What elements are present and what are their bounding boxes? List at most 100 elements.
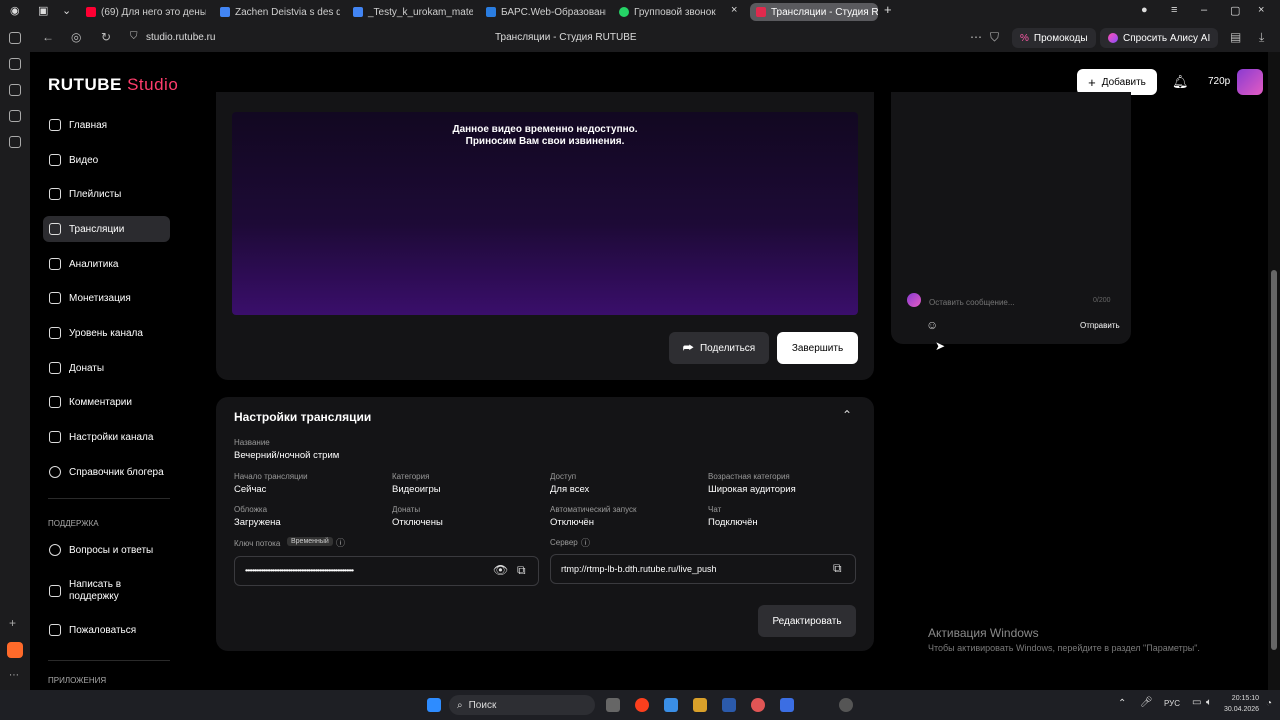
chevron-up-icon[interactable]: ⌃ (842, 408, 852, 422)
docs-icon (220, 7, 230, 17)
network-icon[interactable]: ▭ (1192, 697, 1201, 708)
menu-icon[interactable]: ≡ (1171, 4, 1177, 16)
sidebar-item-donations[interactable]: Донаты (43, 355, 170, 381)
cover-label: Обложка (234, 505, 268, 514)
tab-actions-icon[interactable]: ▣ (38, 4, 48, 17)
new-tab-icon[interactable]: + (884, 2, 892, 17)
chevron-down-icon[interactable]: ⌄ (62, 4, 71, 17)
copy-icon[interactable]: ⧉ (517, 563, 526, 578)
taskbar-clock[interactable]: 20:15:10 30.04.2026 (1224, 693, 1259, 715)
finish-stream-button[interactable]: Завершить (777, 332, 858, 364)
more-icon[interactable]: ⋯ (970, 30, 982, 44)
help-icon[interactable]: ⓘ (336, 536, 345, 549)
microphone-icon[interactable]: 🎤︎ (1140, 697, 1153, 708)
tab-doc-2[interactable]: _Testy_k_urokam_matema (353, 3, 473, 21)
sidebar-item-faq[interactable]: Вопросы и ответы (43, 537, 170, 563)
promo-button[interactable]: % Промокоды (1012, 28, 1096, 48)
rutube-studio-logo[interactable]: RUTUBE Studio (48, 75, 178, 95)
tab-bars[interactable]: БАРС.Web-Образование (486, 3, 606, 21)
minimize-icon[interactable]: – (1201, 4, 1207, 16)
language-indicator[interactable]: РУС (1164, 699, 1180, 708)
yandex-app-icon[interactable] (7, 642, 23, 658)
back-icon[interactable]: ← (42, 30, 54, 44)
app-icon-3[interactable] (839, 698, 853, 712)
share-button[interactable]: ⮫ Поделиться (669, 332, 769, 364)
bell-icon[interactable]: 🔔︎ (1172, 74, 1189, 90)
quality-label[interactable]: 720p (1208, 76, 1230, 87)
app-6-icon[interactable] (9, 110, 21, 122)
url-field[interactable]: studio.rutube.ru (146, 32, 216, 43)
reload-icon[interactable]: ↻ (101, 30, 111, 44)
whatsapp-icon (619, 7, 629, 17)
taskbar-search[interactable]: ⌕ Поиск (449, 695, 595, 715)
video-icon (49, 154, 61, 166)
tab-rutube-active[interactable]: Трансляции - Студия R × (750, 3, 878, 21)
clock-icon[interactable] (9, 32, 21, 44)
sidebar-item-monetization[interactable]: Монетизация (43, 285, 170, 311)
sidebar-item-streams[interactable]: Трансляции (43, 216, 170, 242)
emoji-icon[interactable]: ☺ (926, 318, 938, 332)
sidebar-item-playlists[interactable]: Плейлисты (43, 181, 170, 207)
autostart-label: Автоматический запуск (550, 505, 637, 514)
sidebar-item-channel-settings[interactable]: Настройки канала (43, 424, 170, 450)
bookmark-manager-icon[interactable]: ◎ (71, 30, 81, 44)
tab-call[interactable]: Групповой звонок (619, 3, 729, 21)
sidebar-item-report[interactable]: Пожаловаться (43, 617, 170, 643)
server-field[interactable]: rtmp://rtmp-lb-b.dth.rutube.ru/live_push… (550, 554, 856, 584)
download-icon[interactable]: ⤓ (1259, 30, 1264, 45)
video-player[interactable]: Данное видео временно недоступно. Принос… (232, 112, 858, 315)
notifications-icon[interactable]: ◔ (1266, 698, 1272, 709)
stream-key-field[interactable]: ••••••••••••••••••••••••••••••••••••••••… (234, 556, 539, 586)
edit-button[interactable]: Редактировать (758, 605, 856, 637)
age-label: Возрастная категория (708, 472, 790, 481)
app-icon[interactable] (693, 698, 707, 712)
sidebar-item-blogger-guide[interactable]: Справочник блогера (43, 459, 170, 485)
sidebar-item-comments[interactable]: Комментарии (43, 389, 170, 415)
tab-youtube[interactable]: (69) Для него это деньги (86, 3, 206, 21)
rutube-studio-page: RUTUBE Studio + Добавить 🔔︎ 720p Главная… (30, 52, 1268, 690)
tab-doc-1[interactable]: Zachen Deistvia s des drof (220, 3, 340, 21)
sidebar-item-write-support[interactable]: Написать в поддержку (43, 576, 163, 606)
bookmark-icon[interactable]: ⛉ (990, 30, 999, 45)
send-message-button[interactable]: Отправить (1080, 321, 1120, 330)
yandex-browser-icon[interactable] (635, 698, 649, 712)
profile-icon[interactable]: ● (1141, 4, 1148, 16)
maximize-icon[interactable]: ▢ (1230, 4, 1240, 17)
windows-start-icon[interactable] (427, 698, 441, 712)
file-explorer-icon[interactable] (664, 698, 678, 712)
more-apps-icon[interactable]: ⋯ (9, 670, 19, 681)
activation-watermark-text: Чтобы активировать Windows, перейдите в … (928, 643, 1200, 653)
share-icon: ⮫ (682, 340, 694, 355)
sidebar-item-channel-level[interactable]: Уровень канала (43, 320, 170, 346)
word-icon[interactable] (722, 698, 736, 712)
sidebar-item-video[interactable]: Видео (43, 147, 170, 173)
play-icon[interactable] (9, 84, 21, 96)
chat-char-counter: 0/200 (1093, 297, 1111, 304)
close-window-icon[interactable]: × (1258, 4, 1264, 16)
tray-chevron-up-icon[interactable]: ⌃ (1118, 698, 1126, 709)
support-heading: ПОДДЕРЖКА (48, 519, 99, 528)
app-icon-2[interactable] (780, 698, 794, 712)
help-icon[interactable]: ⓘ (581, 536, 590, 549)
notes-icon[interactable] (9, 58, 21, 70)
home-icon (49, 119, 61, 131)
add-panel-icon[interactable]: + (9, 616, 16, 630)
chat-value: Подключён (708, 517, 758, 528)
browser-app-icon[interactable] (751, 698, 765, 712)
browser-logo-icon[interactable]: ◉ (10, 4, 20, 17)
ask-alice-button[interactable]: Спросить Алису AI (1100, 28, 1219, 48)
eye-icon[interactable]: 👁︎ (493, 563, 508, 577)
edit-icon[interactable] (9, 136, 21, 148)
scrollbar-thumb[interactable] (1271, 270, 1277, 650)
sidebar-item-home[interactable]: Главная (43, 112, 170, 138)
sidebar-toggle-icon[interactable]: ▤ (1230, 30, 1241, 44)
sidebar-item-analytics[interactable]: Аналитика (43, 251, 170, 277)
comment-icon (49, 396, 61, 408)
chat-message-input[interactable] (929, 295, 1069, 309)
stream-settings-card: Настройки трансляции ⌃ Название Вечерний… (216, 397, 874, 651)
avatar[interactable] (1237, 69, 1263, 95)
task-view-icon[interactable] (606, 698, 620, 712)
close-tab-icon[interactable]: × (731, 4, 737, 16)
copy-icon[interactable]: ⧉ (833, 561, 842, 576)
volume-icon[interactable]: 🔈︎ (1206, 697, 1212, 708)
